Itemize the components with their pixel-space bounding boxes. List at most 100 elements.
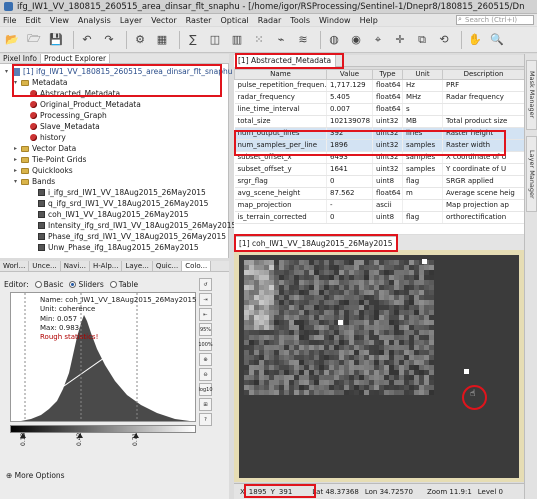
undo-icon[interactable]: ↶ bbox=[78, 31, 96, 49]
tab-image-view[interactable]: [1] coh_IW1_VV_18Aug2015_26May2015 bbox=[234, 236, 398, 251]
menu-help[interactable]: Help bbox=[360, 16, 378, 25]
gcp-manager-icon[interactable]: ✛ bbox=[391, 31, 409, 49]
log-scale-button[interactable]: log10 bbox=[199, 383, 213, 396]
menu-analysis[interactable]: Analysis bbox=[78, 16, 111, 25]
tab-world-view[interactable]: Worl... bbox=[0, 261, 30, 271]
more-zoom-icon[interactable]: ⊞ bbox=[199, 398, 212, 411]
pan-tool-icon[interactable]: ✋ bbox=[466, 31, 484, 49]
table-row[interactable]: map_projection - ascii Map projection ap bbox=[234, 199, 524, 212]
table-row[interactable]: subset_offset_y 1641 uint32 samples Y coordi… bbox=[234, 163, 524, 176]
statistics-icon[interactable]: ◫ bbox=[206, 31, 224, 49]
radio-basic[interactable] bbox=[34, 281, 42, 288]
band-maths-icon[interactable]: ∑ bbox=[184, 31, 202, 49]
slider-handle-icon[interactable] bbox=[133, 433, 139, 438]
collapse-icon[interactable]: ▾ bbox=[12, 176, 19, 187]
scatter-plot-icon[interactable]: ⁙ bbox=[250, 31, 268, 49]
batch-processing-icon[interactable]: ▦ bbox=[153, 31, 171, 49]
help-icon[interactable]: ? bbox=[199, 413, 212, 426]
table-row[interactable]: srgr_flag 0 uint8 flag SRGR applied bbox=[234, 175, 524, 188]
menu-edit[interactable]: Edit bbox=[25, 16, 41, 25]
graph-builder-icon[interactable]: ⚙ bbox=[131, 31, 149, 49]
tab-abstracted-metadata[interactable]: [1] Abstracted_Metadata bbox=[234, 55, 337, 67]
tab-mask-manager[interactable]: Mask Manager bbox=[526, 60, 537, 130]
menu-layer[interactable]: Layer bbox=[120, 16, 142, 25]
table-row[interactable]: is_terrain_corrected 0 uint8 flag orthorecti… bbox=[234, 211, 524, 224]
tree-item-slave-metadata[interactable]: Slave_Metadata bbox=[30, 121, 100, 132]
tab-colour-manipulation[interactable]: Colo... bbox=[182, 261, 212, 271]
tree-item-quicklooks[interactable]: ▸ Quicklooks bbox=[12, 165, 73, 176]
search-input[interactable]: Search (Ctrl+I) bbox=[456, 15, 534, 25]
band-item[interactable]: Unw_Phase_ifg_18Aug2015_26May2015 bbox=[38, 242, 199, 253]
menu-raster[interactable]: Raster bbox=[186, 16, 212, 25]
tab-product-explorer[interactable]: Product Explorer bbox=[40, 54, 111, 63]
tab-navigation[interactable]: Navi... bbox=[61, 261, 90, 271]
table-row[interactable]: num_output_lines 392 uint32 lines Raster hei… bbox=[234, 127, 524, 140]
tree-item-abstracted-metadata[interactable]: Abstracted_Metadata bbox=[30, 88, 120, 99]
zoom-in-vertical-icon[interactable]: ⊕ bbox=[199, 353, 212, 366]
zoom-out-vertical-icon[interactable]: ⊖ bbox=[199, 368, 212, 381]
profile-plot-icon[interactable]: ⌁ bbox=[272, 31, 290, 49]
auto-adjust-100-button[interactable]: 100% bbox=[198, 338, 213, 351]
collapse-icon[interactable]: ▾ bbox=[12, 77, 19, 88]
open-product-icon[interactable]: 📂 bbox=[3, 31, 21, 49]
menu-tools[interactable]: Tools bbox=[290, 16, 310, 25]
more-options-toggle[interactable]: ⊕ More Options bbox=[6, 471, 65, 480]
column-header-name[interactable]: Name bbox=[234, 69, 327, 80]
table-row[interactable]: radar_frequency 5.405 float64 MHz Radar freq… bbox=[234, 91, 524, 104]
tab-pixel-info[interactable]: Pixel Info bbox=[0, 54, 41, 63]
tree-item-vector-data[interactable]: ▸ Vector Data bbox=[12, 143, 76, 154]
auto-adjust-95-button[interactable]: 95% bbox=[199, 323, 212, 336]
export-icon[interactable]: ⇤ bbox=[199, 308, 212, 321]
tree-item-tie-point-grids[interactable]: ▸ Tie-Point Grids bbox=[12, 154, 86, 165]
save-icon[interactable]: 💾 bbox=[47, 31, 65, 49]
menu-window[interactable]: Window bbox=[319, 16, 351, 25]
tree-item-bands[interactable]: ▾ Bands bbox=[12, 176, 55, 187]
menu-optical[interactable]: Optical bbox=[220, 16, 248, 25]
open-folder-icon[interactable]: 🗁 bbox=[25, 31, 43, 49]
pin-manager-icon[interactable]: ⌖ bbox=[369, 31, 387, 49]
spectrum-icon[interactable]: ≋ bbox=[294, 31, 312, 49]
radio-table[interactable] bbox=[109, 281, 117, 288]
band-item[interactable]: Intensity_ifg_srd_IW1_VV_18Aug2015_26May… bbox=[38, 220, 236, 231]
tree-item-metadata[interactable]: ▾ Metadata bbox=[12, 77, 68, 88]
expand-icon[interactable]: ▸ bbox=[12, 165, 19, 176]
column-header-value[interactable]: Value bbox=[326, 69, 373, 80]
table-row[interactable]: pulse_repetition_frequen... 1,717.129 floa… bbox=[234, 79, 524, 92]
zoom-tool-icon[interactable]: 🔍 bbox=[488, 31, 506, 49]
histogram-icon[interactable]: ▥ bbox=[228, 31, 246, 49]
tree-item-product[interactable]: ▾ [1] ifg_IW1_VV_180815_260515_area_dins… bbox=[3, 66, 233, 77]
tree-item-processing-graph[interactable]: Processing_Graph bbox=[30, 110, 107, 121]
sync-views-icon[interactable]: ⟲ bbox=[435, 31, 453, 49]
tab-quicklook[interactable]: Quic... bbox=[153, 261, 183, 271]
band-item[interactable]: i_ifg_srd_IW1_VV_18Aug2015_26May2015 bbox=[38, 187, 206, 198]
world-map-icon[interactable]: ◍ bbox=[325, 31, 343, 49]
reset-icon[interactable]: ↺ bbox=[199, 278, 212, 291]
band-item[interactable]: q_ifg_srd_IW1_VV_18Aug2015_26May2015 bbox=[38, 198, 208, 209]
slider-handle-icon[interactable] bbox=[77, 433, 83, 438]
tree-item-history[interactable]: history bbox=[30, 132, 66, 143]
expand-icon[interactable]: ▸ bbox=[12, 143, 19, 154]
slider-handle-icon[interactable] bbox=[20, 433, 26, 438]
google-earth-icon[interactable]: ◉ bbox=[347, 31, 365, 49]
menu-vector[interactable]: Vector bbox=[151, 16, 177, 25]
band-item[interactable]: Phase_ifg_srd_IW1_VV_18Aug2015_26May2015 bbox=[38, 231, 226, 242]
tree-item-original-product-metadata[interactable]: Original_Product_Metadata bbox=[30, 99, 141, 110]
collapse-icon[interactable]: ▾ bbox=[3, 66, 10, 77]
table-row[interactable]: avg_scene_height 87.562 float64 m Average sc… bbox=[234, 187, 524, 200]
tab-h-alpha[interactable]: H-Alp... bbox=[90, 261, 123, 271]
tab-layer-manager[interactable]: Layer Manager bbox=[526, 136, 537, 212]
expand-icon[interactable]: ▸ bbox=[12, 154, 19, 165]
table-row[interactable]: subset_offset_x 6493 uint32 samples X coordi… bbox=[234, 151, 524, 164]
table-row[interactable]: line_time_interval 0.007 float64 s bbox=[234, 103, 524, 116]
tab-uncertainty[interactable]: Unce... bbox=[29, 261, 61, 271]
menu-radar[interactable]: Radar bbox=[258, 16, 282, 25]
menu-view[interactable]: View bbox=[50, 16, 69, 25]
menu-file[interactable]: File bbox=[3, 16, 16, 25]
image-canvas[interactable]: ☝ bbox=[239, 255, 519, 478]
column-header-type[interactable]: Type bbox=[372, 69, 403, 80]
column-header-description[interactable]: Description bbox=[442, 69, 524, 80]
tab-layer[interactable]: Laye... bbox=[122, 261, 153, 271]
colour-ramp-bar[interactable] bbox=[10, 425, 196, 433]
band-item[interactable]: coh_IW1_VV_18Aug2015_26May2015 bbox=[38, 209, 189, 220]
column-header-unit[interactable]: Unit bbox=[402, 69, 443, 80]
